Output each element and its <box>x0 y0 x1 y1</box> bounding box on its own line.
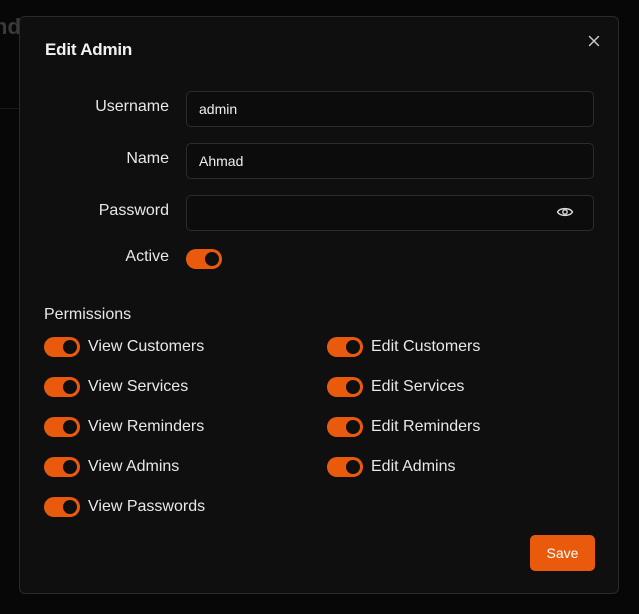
permission-label: View Reminders <box>88 418 205 435</box>
toggle-knob <box>346 340 360 354</box>
permission-label: Edit Reminders <box>371 418 481 435</box>
toggle-knob <box>63 340 77 354</box>
toggle-knob <box>63 380 77 394</box>
view-customers-toggle[interactable] <box>44 337 80 357</box>
permission-label: Edit Services <box>371 378 465 395</box>
permission-edit-customers[interactable]: Edit Customers <box>327 337 480 357</box>
active-toggle[interactable] <box>186 249 222 269</box>
permission-label: View Admins <box>88 458 180 475</box>
toggle-knob <box>63 500 77 514</box>
dialog-title: Edit Admin <box>45 40 133 59</box>
permission-label: View Services <box>88 378 189 395</box>
view-passwords-toggle[interactable] <box>44 497 80 517</box>
view-reminders-toggle[interactable] <box>44 417 80 437</box>
toggle-knob <box>63 420 77 434</box>
edit-services-toggle[interactable] <box>327 377 363 397</box>
permission-edit-admins[interactable]: Edit Admins <box>327 457 455 477</box>
active-label: Active <box>125 248 169 265</box>
password-label: Password <box>98 202 169 219</box>
toggle-knob <box>346 420 360 434</box>
permission-view-admins[interactable]: View Admins <box>44 457 179 477</box>
edit-customers-toggle[interactable] <box>327 337 363 357</box>
permission-label: Edit Admins <box>371 458 456 475</box>
close-icon <box>588 35 600 47</box>
permission-view-services[interactable]: View Services <box>44 377 188 397</box>
edit-reminders-toggle[interactable] <box>327 417 363 437</box>
permission-view-reminders[interactable]: View Reminders <box>44 417 204 437</box>
permission-view-passwords[interactable]: View Passwords <box>44 497 205 517</box>
view-services-toggle[interactable] <box>44 377 80 397</box>
permission-label: View Passwords <box>88 498 206 515</box>
permission-label: View Customers <box>88 338 205 355</box>
edit-admin-dialog: Edit Admin Username Name Password Active… <box>19 16 619 594</box>
save-button[interactable]: Save <box>530 535 595 571</box>
password-input[interactable] <box>186 195 594 231</box>
permission-view-customers[interactable]: View Customers <box>44 337 204 357</box>
toggle-knob <box>346 380 360 394</box>
background-page-title: nd <box>0 14 21 39</box>
name-input[interactable] <box>186 143 594 179</box>
view-admins-toggle[interactable] <box>44 457 80 477</box>
toggle-knob <box>346 460 360 474</box>
edit-admins-toggle[interactable] <box>327 457 363 477</box>
name-label: Name <box>126 150 169 167</box>
permission-label: Edit Customers <box>371 338 481 355</box>
toggle-knob <box>205 252 219 266</box>
toggle-password-visibility-button[interactable] <box>556 205 574 219</box>
permission-edit-services[interactable]: Edit Services <box>327 377 464 397</box>
toggle-knob <box>63 460 77 474</box>
username-input[interactable] <box>186 91 594 127</box>
permission-edit-reminders[interactable]: Edit Reminders <box>327 417 480 437</box>
eye-icon <box>556 207 574 217</box>
permissions-heading: Permissions <box>44 306 132 323</box>
username-label: Username <box>95 98 169 115</box>
close-button[interactable] <box>586 33 602 49</box>
background-divider <box>0 108 20 109</box>
